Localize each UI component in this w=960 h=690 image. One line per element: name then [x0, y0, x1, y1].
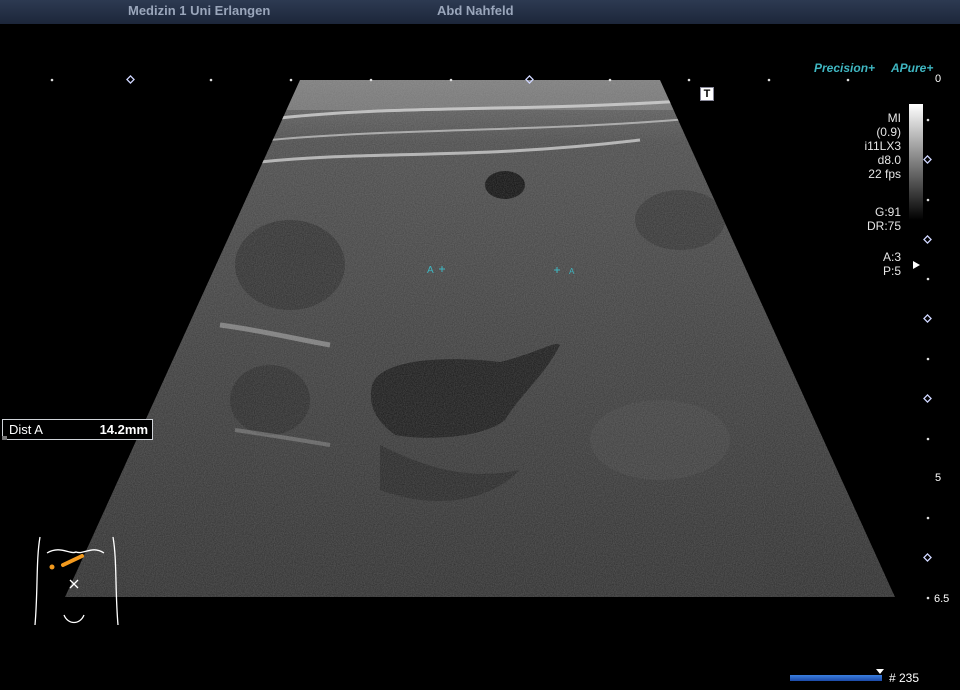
depth-label-mid: 5: [935, 472, 942, 484]
measurement-value: 14.2mm: [99, 422, 148, 437]
depth-label-bottom: 6.5: [934, 593, 950, 605]
institution-name: Medizin 1 Uni Erlangen: [128, 3, 271, 18]
focus-marker-icon[interactable]: [913, 261, 920, 269]
header-bar: Medizin 1 Uni Erlangen Abd Nahfeld: [0, 0, 960, 24]
probe-marker-icon: [49, 554, 84, 570]
apure-logo: APure+: [891, 61, 934, 75]
processing-parameters: A:3 P:5: [883, 250, 901, 278]
gain-parameters: G:91 DR:75: [867, 205, 901, 233]
text-annotation-icon[interactable]: T: [700, 87, 714, 101]
image-parameters: MI (0.9) i11LX3 d8.0 22 fps: [865, 111, 901, 181]
measurement-handle: [2, 436, 7, 440]
measurement-label: Dist A: [9, 422, 43, 437]
dynamic-range-value: DR:75: [866, 219, 901, 233]
a-setting: A:3: [882, 250, 901, 264]
operator-name: Abd Nahfeld: [437, 3, 514, 18]
cine-cursor-icon[interactable]: [876, 669, 884, 674]
precision-logo: Precision+: [814, 61, 876, 75]
measurement-result-box[interactable]: Dist A 14.2mm: [2, 419, 153, 440]
mi-value: (0.9): [876, 125, 901, 139]
cine-progress-bar[interactable]: [790, 675, 882, 681]
frame-number: # 235: [889, 671, 920, 685]
caliper-end-label: A: [569, 267, 575, 276]
depth-label-top: 0: [935, 73, 942, 85]
p-setting: P:5: [882, 264, 901, 278]
transducer-name: i11LX3: [864, 139, 901, 153]
frame-rate: 22 fps: [868, 167, 901, 181]
mi-label: MI: [887, 111, 901, 125]
depth-setting: d8.0: [877, 153, 901, 167]
depth-scale-ticks: [926, 118, 930, 600]
ultrasound-image: A A: [34, 75, 932, 626]
gain-value: G:91: [874, 205, 901, 219]
grayscale-bar: [909, 104, 923, 220]
caliper-start-label: A: [427, 265, 434, 276]
